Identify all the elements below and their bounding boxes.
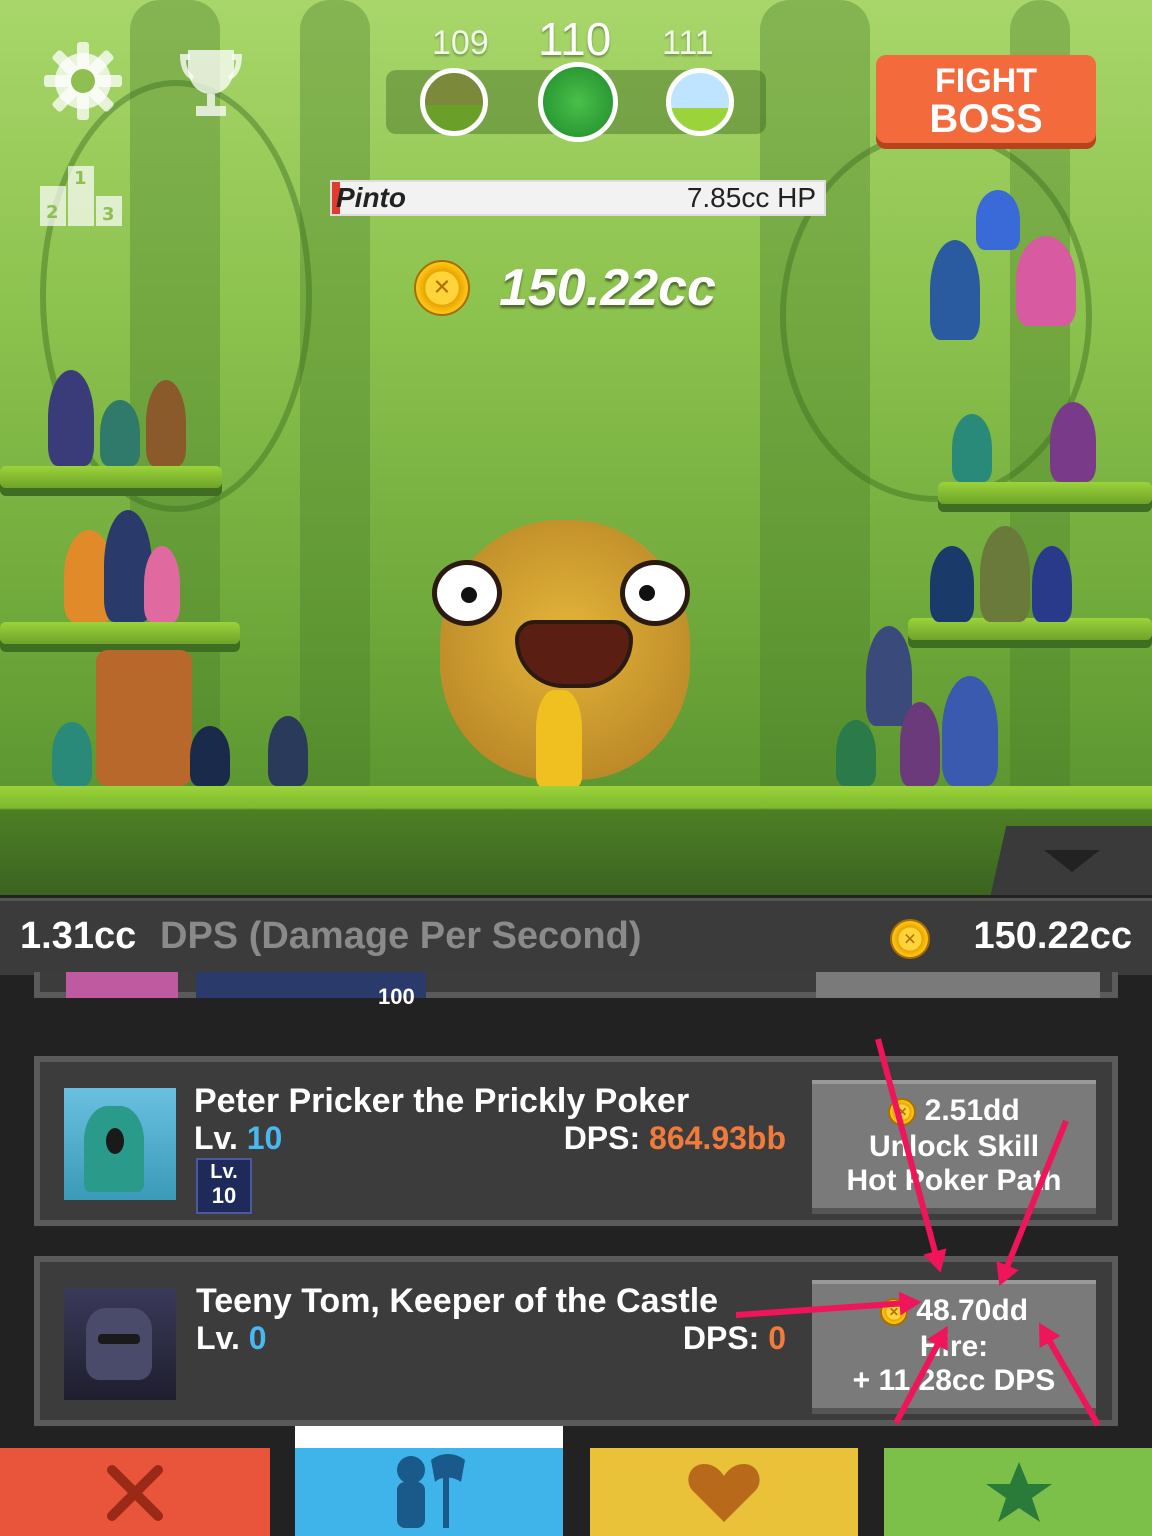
hero-figure[interactable] <box>900 702 940 786</box>
partial-level-badge: 100 <box>378 984 415 1009</box>
hero-name: Teeny Tom, Keeper of the Castle <box>196 1282 719 1320</box>
gold-coin-icon <box>890 919 930 959</box>
hero-figure[interactable] <box>976 190 1020 250</box>
hero-figure[interactable] <box>836 720 876 786</box>
enemy-hp-value: 7.85cc HP <box>686 182 816 213</box>
hero-figure[interactable] <box>144 546 180 622</box>
settings-gear-icon[interactable] <box>40 38 126 124</box>
hero-dps-value: 864.93bb <box>649 1120 786 1156</box>
hero-figure[interactable] <box>1032 546 1072 622</box>
player-hero[interactable] <box>536 690 582 786</box>
fight-boss-line1: FIGHT <box>935 62 1037 100</box>
cost-value: 48.70dd <box>916 1294 1029 1327</box>
nav-tab-sword-master[interactable] <box>0 1448 270 1536</box>
gold-display: 150.22cc <box>414 258 716 318</box>
hero-portrait <box>64 1288 176 1400</box>
hero-dps-value: 0 <box>768 1320 786 1356</box>
hero-figure[interactable] <box>48 370 94 466</box>
hero-dps: DPS: 864.93bb <box>564 1120 786 1157</box>
hero-figure[interactable] <box>980 526 1030 622</box>
hero-figure[interactable] <box>100 400 140 466</box>
button-line2: Hot Poker Path <box>846 1164 1062 1197</box>
cost-value: 2.51dd <box>924 1094 1020 1127</box>
total-gold-value: 150.22cc <box>973 915 1133 957</box>
stats-bar: 1.31cc DPS (Damage Per Second) 150.22cc <box>0 898 1152 975</box>
hero-card[interactable]: Peter Pricker the Prickly Poker Lv. 10 D… <box>34 1056 1118 1226</box>
partial-portrait <box>66 972 178 998</box>
hero-dps-label: DPS: <box>682 1320 760 1356</box>
ground <box>0 786 1152 900</box>
partial-buy-button[interactable] <box>816 972 1100 998</box>
collapse-arrow-icon <box>1044 850 1100 872</box>
nav-tab-artifacts[interactable] <box>590 1448 858 1536</box>
hero-level-value: 10 <box>246 1120 283 1156</box>
nav-tab-heroes[interactable] <box>295 1426 563 1536</box>
platform-left-top <box>0 466 222 488</box>
leaderboard-icon[interactable]: 1 2 3 <box>40 166 124 226</box>
hero-figure[interactable] <box>942 676 998 786</box>
crossed-swords-icon <box>107 1465 163 1521</box>
hero-card[interactable]: Teeny Tom, Keeper of the Castle Lv. 0 DP… <box>34 1256 1118 1426</box>
leaderboard-rank-1: 1 <box>74 168 87 189</box>
stage-current-thumbnail[interactable] <box>538 62 618 142</box>
level-badge-icon[interactable]: Lv. 10 <box>196 1158 252 1214</box>
hero-figure[interactable] <box>1050 402 1096 482</box>
nav-tab-shop[interactable] <box>884 1448 1152 1536</box>
hero-level-label: Lv. <box>194 1120 238 1156</box>
stage-prev-number: 109 <box>432 24 489 62</box>
hero-portrait <box>64 1088 176 1200</box>
button-cost: 2.51dd <box>812 1094 1096 1128</box>
enemy-name: Pinto <box>336 182 406 213</box>
hero-figure[interactable] <box>268 716 308 786</box>
hero-figure[interactable] <box>930 546 974 622</box>
hero-list[interactable]: 100 Peter Pricker the Prickly Poker Lv. … <box>0 972 1152 1448</box>
stage-next-thumbnail[interactable] <box>666 68 734 136</box>
leaderboard-rank-3: 3 <box>102 204 115 225</box>
hero-figure[interactable] <box>190 726 230 786</box>
hero-name: Peter Pricker the Prickly Poker <box>194 1082 690 1120</box>
button-line2: + 11.28cc DPS <box>852 1364 1056 1397</box>
hero-dps: DPS: 0 <box>683 1320 786 1357</box>
hero-figure[interactable] <box>952 414 992 482</box>
badge-level: 10 <box>211 1183 237 1208</box>
panel-toggle-tab[interactable] <box>990 826 1152 898</box>
heart-shield-icon <box>688 1464 760 1522</box>
star-icon <box>986 1462 1052 1522</box>
badge-label: Lv. <box>210 1161 238 1183</box>
hero-figure[interactable] <box>96 650 192 786</box>
hero-figure[interactable] <box>930 240 980 340</box>
platform-right-top <box>938 482 1152 504</box>
fight-boss-line2: BOSS <box>929 97 1043 141</box>
hero-figure[interactable] <box>146 380 186 466</box>
enemy-hp-bar: Pinto 7.85cc HP <box>330 180 826 216</box>
trophy-icon[interactable] <box>178 46 244 120</box>
hero-figure[interactable] <box>52 722 92 786</box>
hero-card-partial[interactable]: 100 <box>34 972 1118 1009</box>
total-dps-value: 1.31cc <box>20 915 137 957</box>
hero-level-label: Lv. <box>196 1320 240 1356</box>
gold-coin-icon <box>414 260 470 316</box>
hero-level: Lv. 0 <box>196 1320 267 1357</box>
total-dps-label: DPS (Damage Per Second) <box>160 915 642 957</box>
gold-amount: 150.22cc <box>499 259 716 317</box>
hero-level-value: 0 <box>248 1320 267 1356</box>
stage-prev-thumbnail[interactable] <box>420 68 488 136</box>
hero-dps-label: DPS: <box>563 1120 641 1156</box>
hero-figure[interactable] <box>1016 236 1076 326</box>
hero-level: Lv. 10 <box>194 1120 282 1157</box>
leaderboard-rank-2: 2 <box>46 202 59 223</box>
stage-next-number: 111 <box>662 24 714 62</box>
hero-axe-icon <box>397 1454 465 1528</box>
fight-boss-button[interactable]: FIGHT BOSS <box>876 55 1096 143</box>
hero-figure[interactable] <box>866 626 912 726</box>
stage-current-number: 110 <box>538 13 612 65</box>
platform-left-mid <box>0 622 240 644</box>
